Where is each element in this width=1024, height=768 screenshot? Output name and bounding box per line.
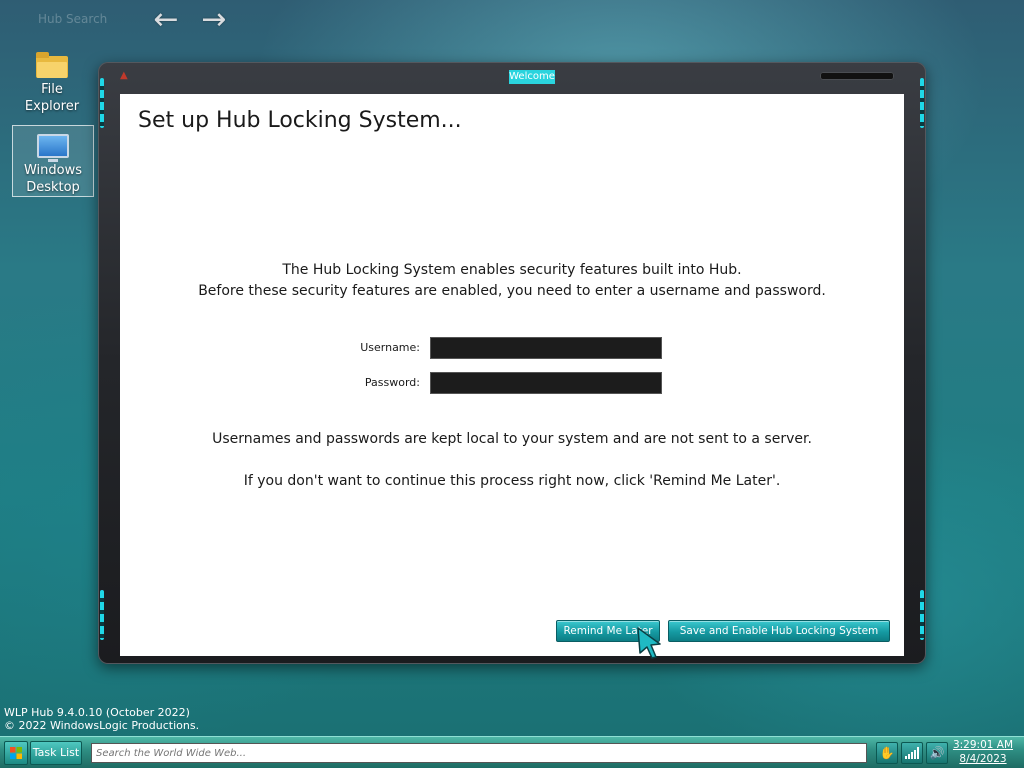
window-title: Welcome xyxy=(509,70,555,84)
task-list-button[interactable]: Task List xyxy=(30,741,82,765)
frame-light-left-top xyxy=(100,78,104,128)
mouse-cursor-icon xyxy=(637,627,661,659)
signal-bars-icon[interactable] xyxy=(901,742,923,764)
password-field[interactable] xyxy=(430,372,662,394)
username-field[interactable] xyxy=(430,337,662,359)
password-label: Password: xyxy=(364,376,420,389)
desktop-icon-windows-desktop[interactable]: Windows Desktop xyxy=(12,125,94,197)
desktop-icon-label: File xyxy=(41,82,63,97)
remind-later-note: If you don't want to continue this proce… xyxy=(243,473,781,489)
hand-icon[interactable]: ✋ xyxy=(876,742,898,764)
welcome-window: ▲ Welcome Set up Hub Locking System... T… xyxy=(98,62,926,664)
intro-line: The Hub Locking System enables security … xyxy=(282,262,742,278)
back-arrow-icon[interactable]: ← xyxy=(150,4,182,36)
windows-flag-icon xyxy=(10,747,22,759)
speaker-icon[interactable]: 🔊 xyxy=(926,742,948,764)
page-title: Set up Hub Locking System... xyxy=(138,108,462,133)
window-menu-icon[interactable]: ▲ xyxy=(120,70,132,82)
desktop-icon-label: Desktop xyxy=(26,180,80,195)
frame-light-left-bottom xyxy=(100,590,104,640)
password-row: Password: xyxy=(120,372,904,394)
taskbar: Task List ✋ 🔊 3:29:01 AM 8/4/2023 xyxy=(0,736,1024,768)
frame-light-right-top xyxy=(920,78,924,128)
save-and-enable-button[interactable]: Save and Enable Hub Locking System xyxy=(668,620,890,642)
folder-icon xyxy=(36,52,68,78)
build-info: WLP Hub 9.4.0.10 (October 2022) © 2022 W… xyxy=(4,706,199,732)
intro-line: Before these security features are enabl… xyxy=(198,283,826,299)
desktop-icon-file-explorer[interactable]: File Explorer xyxy=(11,52,93,115)
desktop-icon-label: Windows xyxy=(23,163,83,178)
clock-time: 3:29:01 AM xyxy=(952,739,1014,751)
build-copyright: © 2022 WindowsLogic Productions. xyxy=(4,719,200,732)
build-version: WLP Hub 9.4.0.10 (October 2022) xyxy=(4,706,190,719)
window-content: Set up Hub Locking System... The Hub Loc… xyxy=(120,94,904,656)
frame-light-right-bottom xyxy=(920,590,924,640)
start-button[interactable] xyxy=(4,741,28,765)
clock-date: 8/4/2023 xyxy=(959,753,1007,765)
window-titlebar[interactable]: ▲ Welcome xyxy=(118,68,906,88)
local-storage-note: Usernames and passwords are kept local t… xyxy=(212,431,812,447)
hub-search-label: Hub Search xyxy=(38,12,108,26)
username-row: Username: xyxy=(120,337,904,359)
desktop-icon-label: Explorer xyxy=(24,99,80,114)
monitor-icon xyxy=(37,134,69,162)
clock[interactable]: 3:29:01 AM 8/4/2023 xyxy=(952,738,1014,766)
username-label: Username: xyxy=(360,341,420,354)
web-search-input[interactable] xyxy=(91,743,867,763)
forward-arrow-icon[interactable]: → xyxy=(198,4,230,36)
window-grip[interactable] xyxy=(820,72,894,80)
intro-text: The Hub Locking System enables security … xyxy=(120,260,904,302)
